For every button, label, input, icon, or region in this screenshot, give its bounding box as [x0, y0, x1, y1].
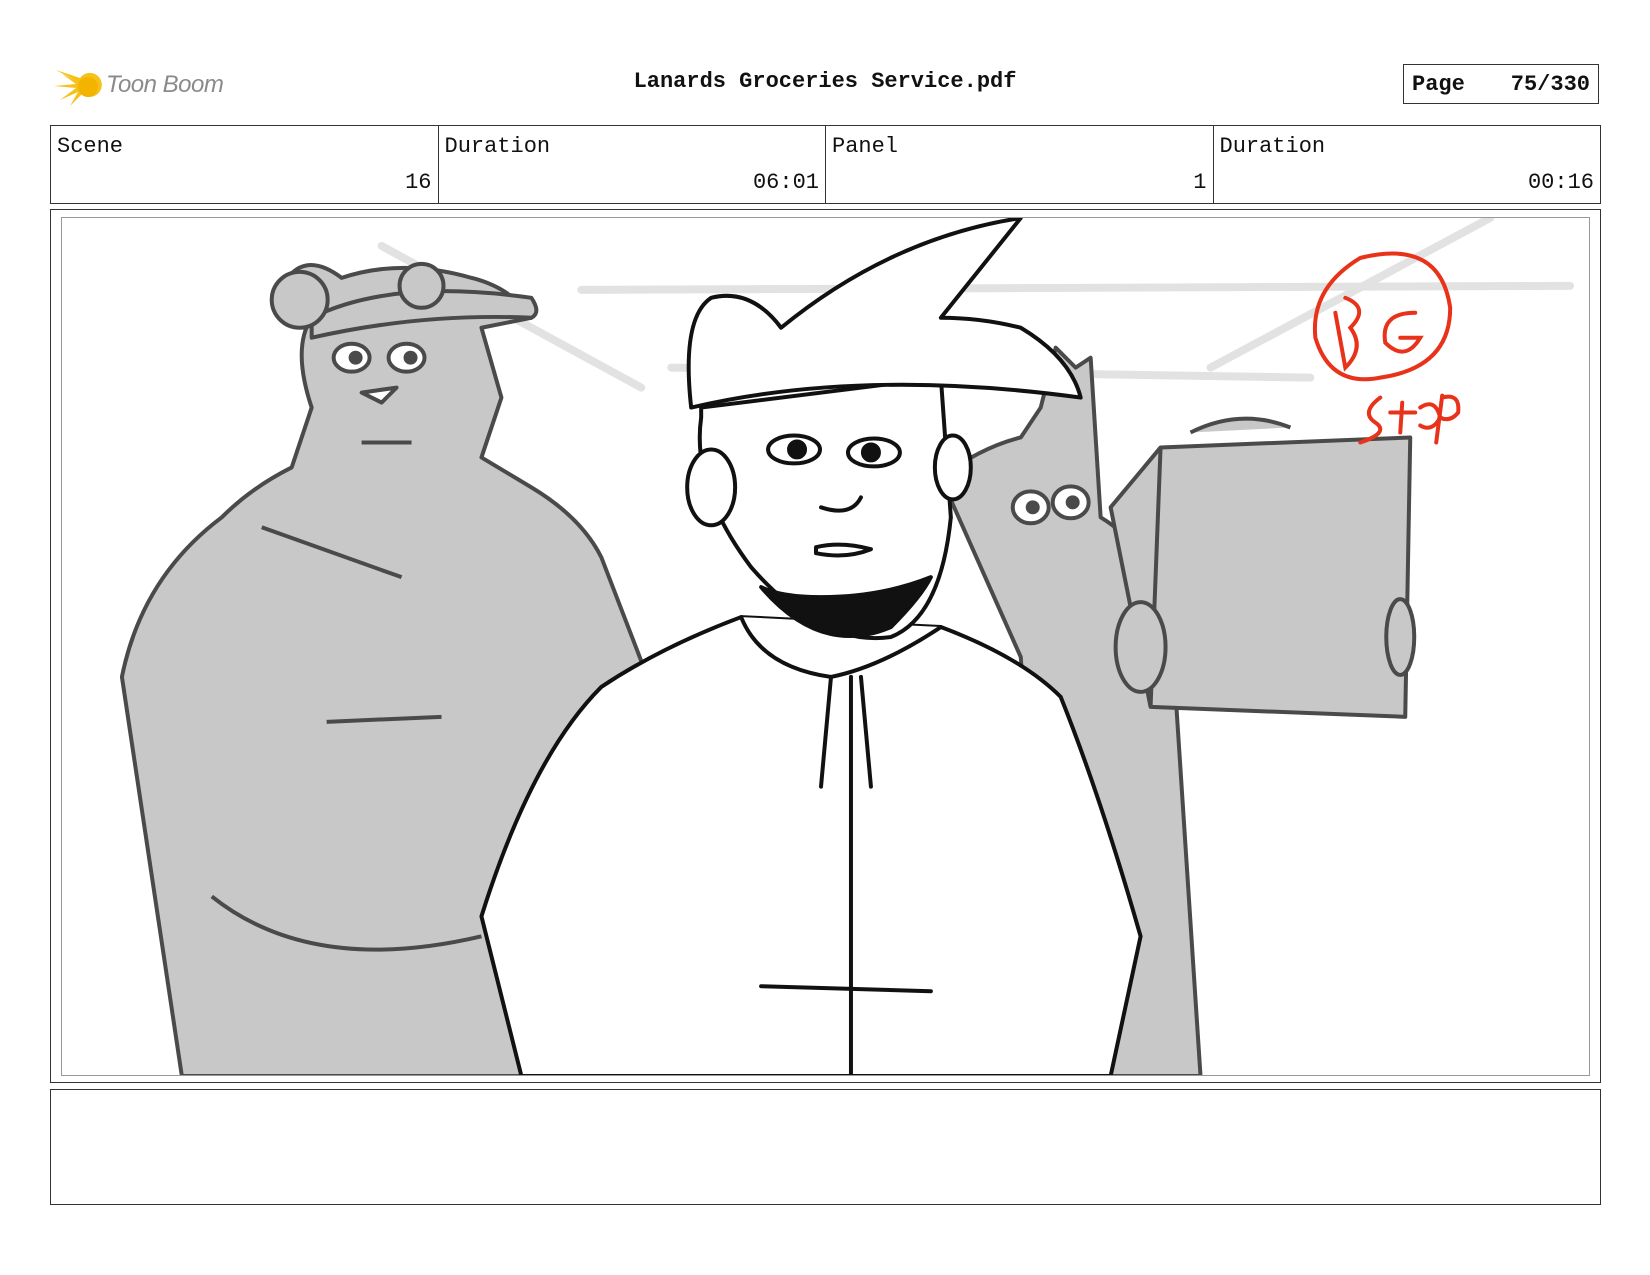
storyboard-sketch [119, 218, 1575, 1075]
storyboard-panel-image [61, 217, 1590, 1076]
scene-cell: Scene 16 [51, 126, 439, 203]
panel-value: 1 [1193, 170, 1207, 195]
bg-stop-annotation [1312, 251, 1461, 445]
panel-label: Panel [832, 134, 899, 159]
scene-duration-label: Duration [444, 134, 551, 159]
panel-duration-cell: Duration 00:16 [1214, 126, 1601, 203]
page-indicator: Page 75/330 [1403, 64, 1599, 104]
page-label: Page [1412, 71, 1465, 97]
panel-duration-value: 00:16 [1527, 170, 1594, 195]
panel-cell: Panel 1 [826, 126, 1214, 203]
scene-info-table: Scene 16 Duration 06:01 Panel 1 Duration… [50, 125, 1601, 204]
scene-duration-cell: Duration 06:01 [439, 126, 826, 203]
panel-caption-box [50, 1089, 1601, 1205]
page-number: 75/330 [1510, 71, 1590, 97]
scene-value: 16 [405, 170, 432, 195]
panel-duration-label: Duration [1219, 134, 1326, 159]
scene-duration-value: 06:01 [752, 170, 819, 195]
scene-label: Scene [57, 134, 124, 159]
